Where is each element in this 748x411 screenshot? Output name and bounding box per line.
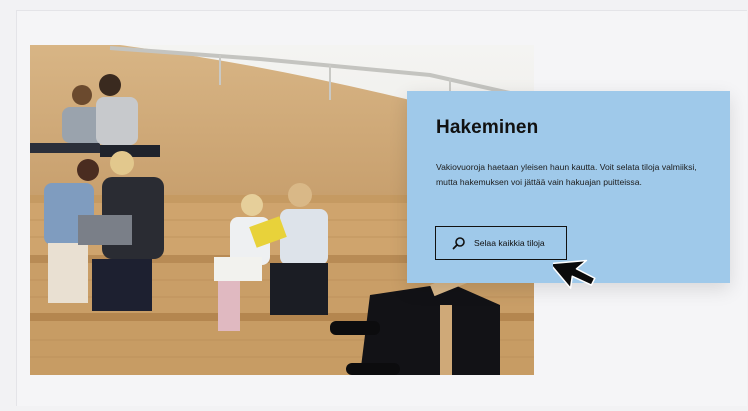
browse-all-spaces-button[interactable]: Selaa kaikkia tiloja xyxy=(435,226,567,260)
search-icon xyxy=(452,236,466,250)
page: Hakeminen Vakiovuoroja haetaan yleisen h… xyxy=(0,0,748,411)
info-description: Vakiovuoroja haetaan yleisen haun kautta… xyxy=(436,162,697,187)
info-title: Hakeminen xyxy=(436,117,539,138)
browse-button-label: Selaa kaikkia tiloja xyxy=(474,238,545,248)
mouse-pointer-icon xyxy=(549,246,601,296)
